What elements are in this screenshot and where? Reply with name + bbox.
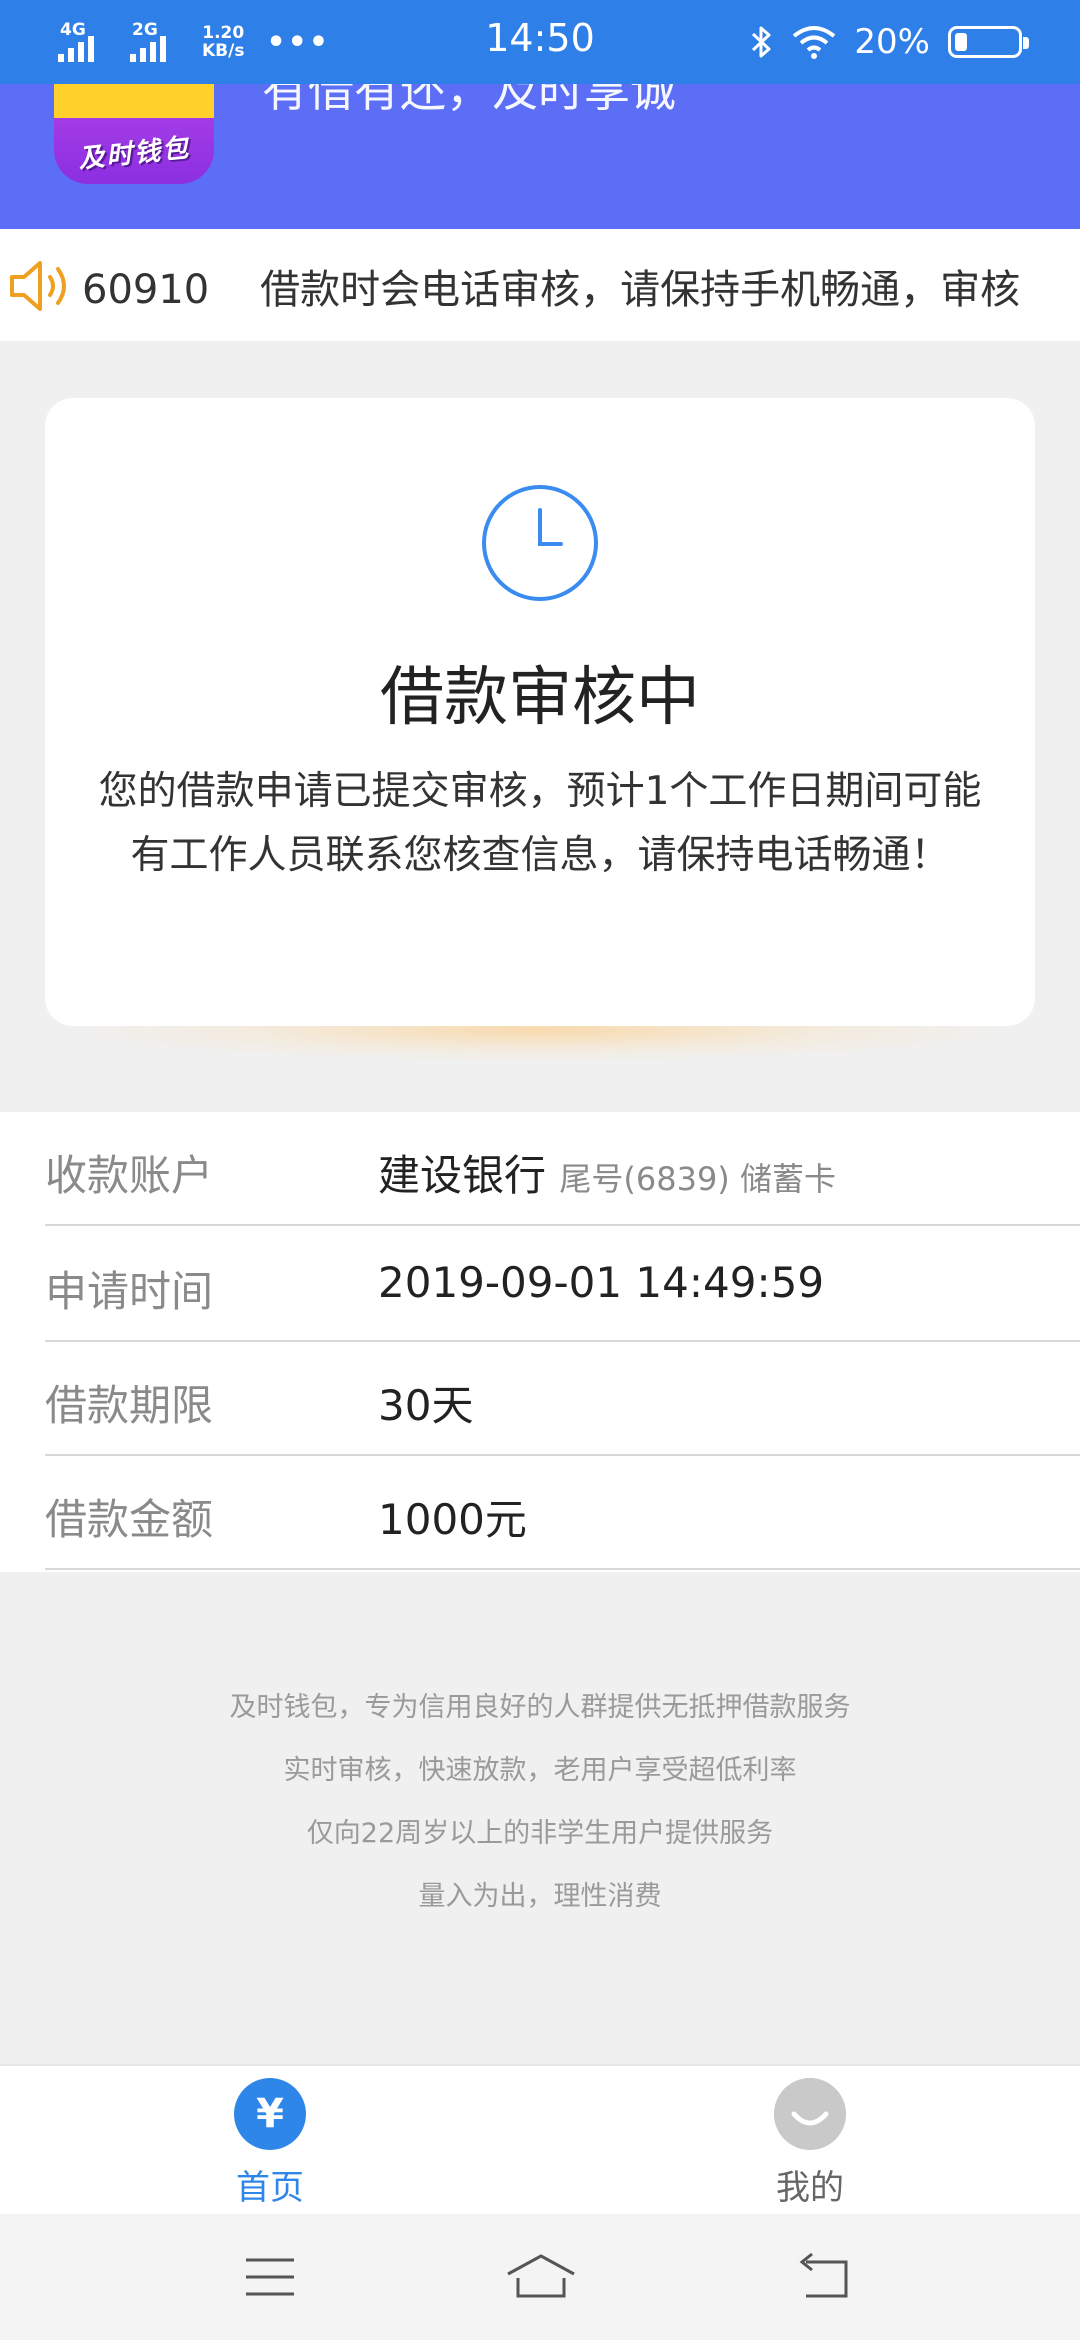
footer-note: 仅向22周岁以上的非学生用户提供服务 — [306, 1818, 774, 1849]
row-divider — [45, 1224, 1080, 1226]
info-row-term: 借款期限 30天 — [0, 1342, 1080, 1456]
amount-label: 借款金额 — [45, 1495, 214, 1544]
battery-icon — [948, 26, 1029, 58]
home-icon[interactable] — [504, 2248, 578, 2306]
system-nav-bar — [0, 2214, 1080, 2340]
account-value: 建设银行 尾号(6839) 储蓄卡 — [378, 1142, 836, 1203]
bottom-tab-bar: ¥ 首页 我的 — [0, 2064, 1080, 2214]
footer-note: 实时审核，快速放款，老用户享受超低利率 — [283, 1755, 797, 1786]
bluetooth-icon — [752, 26, 771, 58]
term-label: 借款期限 — [45, 1381, 214, 1430]
footer-note: 量入为出，理性消费 — [418, 1881, 662, 1912]
tab-home-label: 首页 — [236, 2168, 304, 2208]
clock-icon — [482, 485, 598, 601]
wifi-icon — [793, 26, 836, 59]
apply-time-label: 申请时间 — [45, 1267, 214, 1316]
app-logo: 及时钱包 — [54, 84, 214, 184]
status-right: 20% — [750, 20, 1029, 64]
notice-text: 60910 借款时会电话审核，请保持手机畅通，审核 — [82, 267, 1021, 313]
notice-marquee[interactable]: 60910 借款时会电话审核，请保持手机畅通，审核 — [0, 229, 1080, 341]
info-row-account: 收款账户 建设银行 尾号(6839) 储蓄卡 — [0, 1112, 1080, 1226]
back-icon[interactable] — [792, 2248, 856, 2306]
tab-mine[interactable]: 我的 — [700, 2074, 920, 2214]
tab-mine-label: 我的 — [776, 2168, 844, 2208]
amount-value: 1000元 — [378, 1495, 527, 1544]
info-row-amount: 借款金额 1000元 — [0, 1456, 1080, 1570]
tab-home[interactable]: ¥ 首页 — [160, 2074, 380, 2214]
speaker-icon — [8, 257, 78, 315]
header-slogan: 有借有还，及时享诚 — [262, 84, 676, 117]
loan-info-list: 收款账户 建设银行 尾号(6839) 储蓄卡 申请时间 2019-09-01 1… — [0, 1112, 1080, 1572]
account-label: 收款账户 — [45, 1151, 214, 1200]
battery-percent: 20% — [854, 22, 930, 62]
smile-icon — [774, 2078, 846, 2150]
account-detail: 尾号(6839) 储蓄卡 — [559, 1160, 836, 1198]
footer-note: 及时钱包，专为信用良好的人群提供无抵押借款服务 — [229, 1692, 851, 1723]
status-bar: 4G 2G 1.20 KB/s ••• 14:50 20% — [0, 0, 1080, 84]
apply-time-value: 2019-09-01 14:49:59 — [378, 1258, 825, 1307]
account-bank: 建设银行 — [378, 1151, 547, 1200]
app-screen: 4G 2G 1.20 KB/s ••• 14:50 20% 及时钱包 有借有还，… — [0, 0, 1080, 2340]
info-row-apply-time: 申请时间 2019-09-01 14:49:59 — [0, 1228, 1080, 1342]
battery-fill — [955, 33, 967, 51]
review-status-title: 借款审核中 — [380, 661, 700, 735]
review-status-description: 您的借款申请已提交审核，预计1个工作日期间可能有工作人员联系您核查信息，请保持电… — [98, 769, 982, 878]
review-status-card: 借款审核中 您的借款申请已提交审核，预计1个工作日期间可能有工作人员联系您核查信… — [45, 398, 1035, 1026]
header-banner: 及时钱包 有借有还，及时享诚 — [0, 84, 1080, 229]
footer-notes: 及时钱包，专为信用良好的人群提供无抵押借款服务 实时审核，快速放款，老用户享受超… — [0, 1676, 1080, 1928]
row-divider — [45, 1568, 1080, 1570]
menu-icon[interactable] — [238, 2248, 302, 2306]
yen-icon: ¥ — [234, 2078, 306, 2150]
app-logo-text: 及时钱包 — [76, 133, 192, 175]
term-value: 30天 — [378, 1381, 474, 1430]
